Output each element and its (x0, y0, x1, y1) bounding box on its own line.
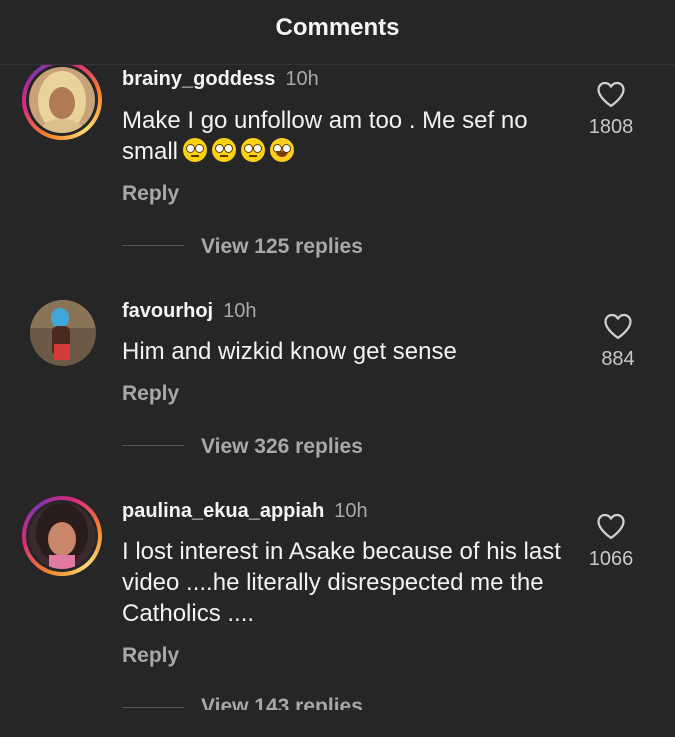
divider-line (122, 245, 184, 246)
face-with-rolling-eyes-icon (212, 138, 237, 162)
face-with-rolling-eyes-icon (241, 138, 266, 162)
like-button[interactable]: 1808 (571, 80, 651, 139)
avatar (29, 67, 95, 133)
comments-header: Comments (0, 0, 675, 65)
comment-username[interactable]: brainy_goddess 10h (122, 68, 319, 91)
comment-text: I lost interest in Asake because of his … (122, 538, 561, 627)
heart-outline-icon (604, 313, 632, 339)
reply-button[interactable]: Reply (122, 644, 179, 668)
comment-timestamp: 10h (285, 68, 319, 90)
like-button[interactable]: 1066 (571, 512, 651, 571)
comments-list[interactable]: brainy_goddess 10h Make I go unfollow am … (0, 64, 675, 710)
like-button[interactable]: 884 (578, 312, 658, 371)
comment-text: Make I go unfollow am too . Me sef no sm… (122, 107, 528, 165)
face-with-tears-of-joy-icon (270, 138, 295, 162)
divider-line (122, 707, 184, 708)
view-replies-button[interactable]: View 143 replies (201, 695, 363, 710)
view-replies-button[interactable]: View 125 replies (201, 235, 363, 259)
avatar-story-ring[interactable] (22, 64, 102, 140)
comment-username[interactable]: paulina_ekua_appiah 10h (122, 500, 368, 523)
like-count: 884 (601, 348, 635, 370)
page-title: Comments (275, 14, 400, 41)
comment-username[interactable]: favourhoj 10h (122, 300, 257, 323)
avatar[interactable] (30, 300, 96, 366)
like-count: 1066 (588, 548, 634, 570)
avatar (29, 503, 95, 569)
view-replies-button[interactable]: View 326 replies (201, 435, 363, 459)
like-count: 1808 (588, 116, 634, 138)
face-with-rolling-eyes-icon (183, 138, 208, 162)
reply-button[interactable]: Reply (122, 382, 179, 406)
comment-text: Him and wizkid know get sense (122, 338, 457, 365)
avatar-story-ring[interactable] (22, 496, 102, 576)
heart-outline-icon (597, 81, 625, 107)
reply-button[interactable]: Reply (122, 182, 179, 206)
heart-outline-icon (597, 513, 625, 539)
comment-timestamp: 10h (223, 300, 257, 322)
comment-timestamp: 10h (334, 500, 368, 522)
divider-line (122, 445, 184, 446)
